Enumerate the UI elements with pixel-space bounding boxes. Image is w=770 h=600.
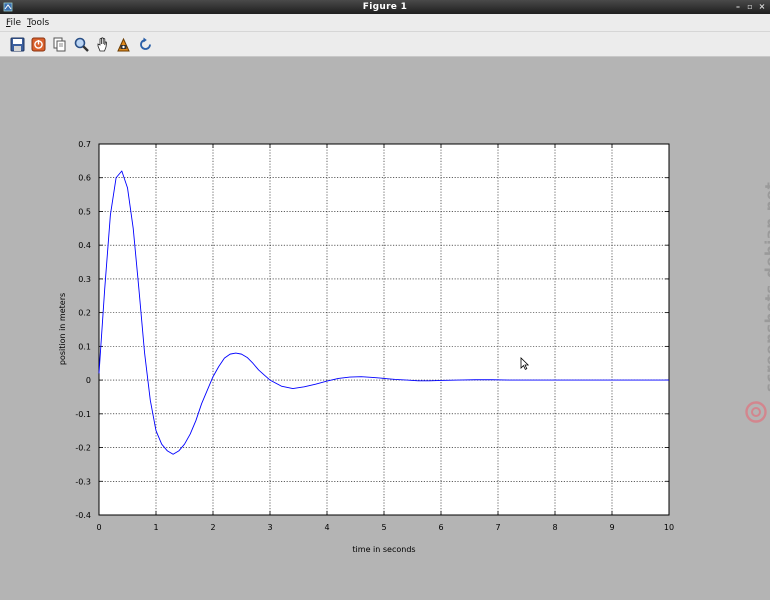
window-titlebar: Figure 1 – ▫ ×: [0, 0, 770, 14]
x-tick-label: 8: [552, 523, 557, 532]
mouse-pointer-icon: [520, 357, 529, 370]
window-title: Figure 1: [362, 2, 408, 12]
x-tick-label: 7: [495, 523, 500, 532]
line-chart[interactable]: 0 1 2 3 4 5 6 7 8 9 10 -0.4 -0.3 -0.2 -0.1 0 0.1 0.2 0.3 0.…: [0, 57, 770, 600]
menubar: File Tools: [0, 14, 770, 32]
x-tick-label: 2: [210, 523, 215, 532]
x-tick-label: 3: [267, 523, 272, 532]
y-tick-label: 0.3: [78, 275, 91, 284]
stop-icon: [31, 37, 46, 52]
save-icon: [10, 37, 25, 52]
y-tick-label: 0.1: [78, 342, 91, 351]
maximize-button[interactable]: ▫: [746, 0, 754, 14]
save-button[interactable]: [9, 36, 26, 53]
y-tick-label: 0: [86, 376, 91, 385]
y-tick-label: 0.5: [78, 207, 91, 216]
figure-canvas[interactable]: 0 1 2 3 4 5 6 7 8 9 10 -0.4 -0.3 -0.2 -0.1 0 0.1 0.2 0.3 0.…: [0, 57, 770, 600]
y-tick-label: -0.4: [75, 511, 91, 520]
y-tick-label: 0.2: [78, 309, 91, 318]
copy-icon: [53, 37, 66, 52]
x-axis-label: time in seconds: [352, 545, 415, 554]
x-tick-label: 1: [153, 523, 158, 532]
x-tick-label: 0: [96, 523, 101, 532]
y-axis-label: position in meters: [58, 293, 67, 365]
watermark-text: screenshots.debian.net: [762, 181, 770, 392]
y-tick-label: -0.2: [75, 444, 91, 453]
x-tick-label: 10: [664, 523, 674, 532]
menu-tools[interactable]: Tools: [27, 14, 49, 32]
y-tick-label: -0.3: [75, 477, 91, 486]
minimize-button[interactable]: –: [734, 0, 742, 14]
x-tick-label: 9: [609, 523, 614, 532]
x-tick-label: 5: [381, 523, 386, 532]
stop-button[interactable]: [30, 36, 47, 53]
y-tick-label: 0.4: [78, 241, 91, 250]
y-tick-label: -0.1: [75, 410, 91, 419]
copy-button[interactable]: [51, 36, 68, 53]
pan-hand-icon: [97, 37, 108, 52]
x-tick-label: 6: [438, 523, 443, 532]
menu-file[interactable]: File: [6, 14, 21, 32]
debian-swirl-icon: [745, 401, 767, 423]
y-tick-label: 0.6: [78, 174, 91, 183]
y-tick-label: 0.7: [78, 140, 91, 149]
zoom-icon: [74, 37, 89, 52]
zoom-button[interactable]: [73, 36, 90, 53]
rotate-button[interactable]: [115, 36, 132, 53]
close-button[interactable]: ×: [758, 0, 766, 14]
x-tick-label: 4: [324, 523, 329, 532]
toolbar: [0, 32, 770, 57]
reset-view-button[interactable]: [137, 36, 154, 53]
rotate-camera-icon: [117, 37, 130, 52]
reset-view-icon: [140, 37, 151, 50]
pan-button[interactable]: [94, 36, 111, 53]
